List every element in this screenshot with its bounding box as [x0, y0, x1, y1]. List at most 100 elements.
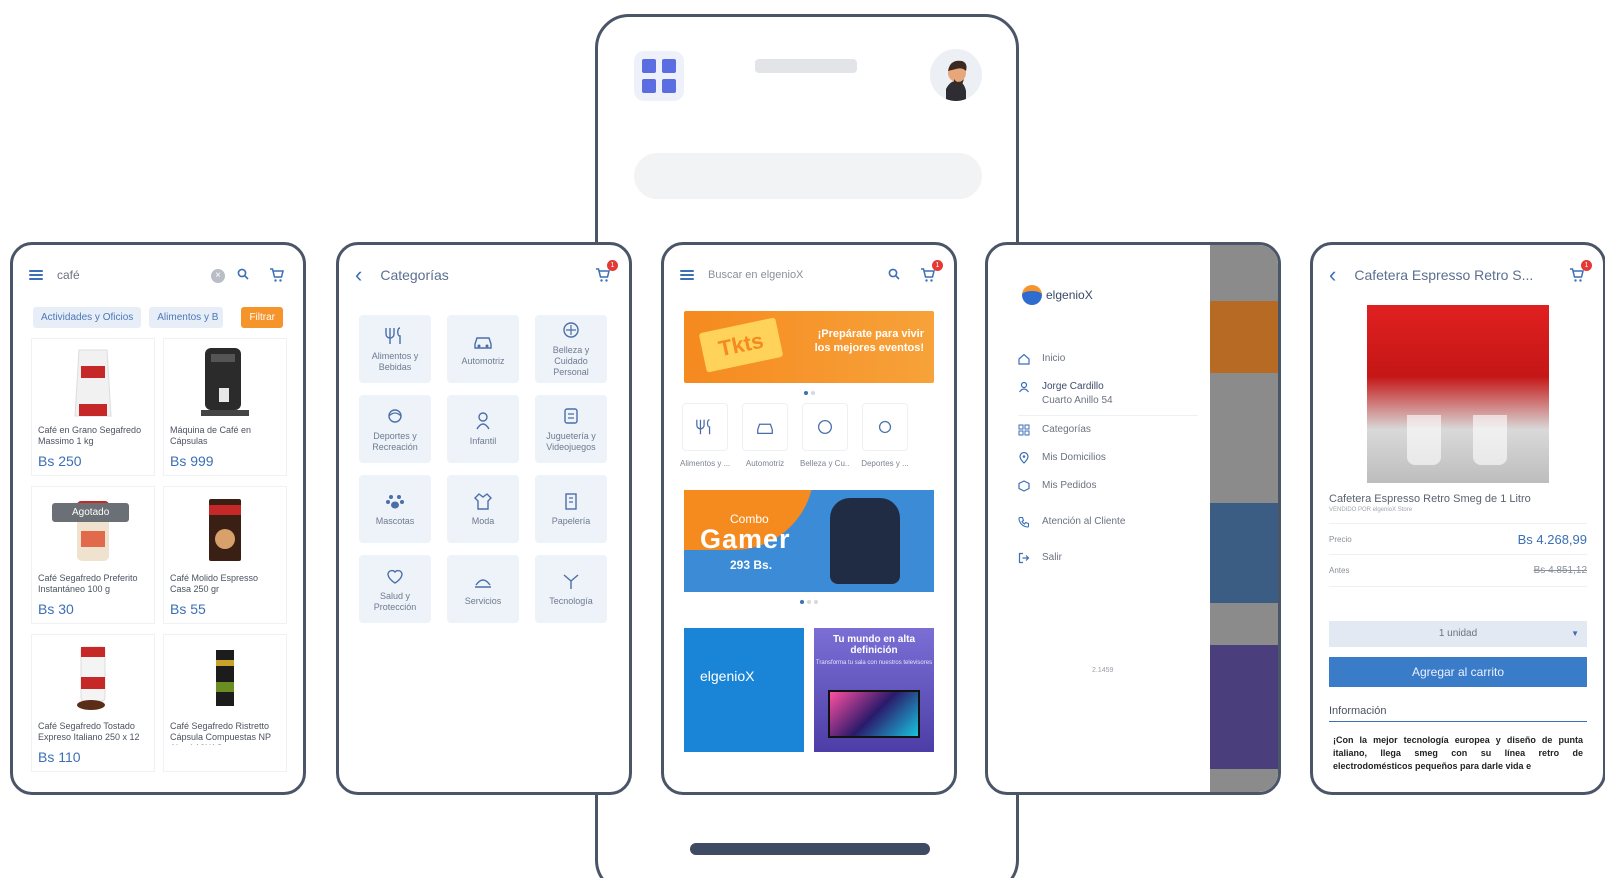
- category-automotive[interactable]: Automotriz: [447, 315, 519, 383]
- logo-icon: [1022, 285, 1042, 305]
- home-category[interactable]: Automotriz: [740, 403, 790, 468]
- chip-food[interactable]: Alimentos y B: [149, 307, 224, 328]
- screen-search-results: café × Actividades y Oficios Alimentos y…: [10, 242, 306, 795]
- category-services[interactable]: Servicios: [447, 555, 519, 623]
- category-label: Belleza y Cuidado Personal: [552, 345, 590, 377]
- grid-icon[interactable]: [634, 51, 684, 101]
- product-name: Café Segafredo Tostado Expreso Italiano …: [38, 721, 140, 742]
- cart-icon[interactable]: 1: [920, 260, 943, 283]
- category-fashion[interactable]: Moda: [447, 475, 519, 543]
- category-label: Deportes y Recreación: [372, 430, 418, 452]
- menu-label: Mis Domicilios: [1042, 452, 1106, 463]
- quantity-select[interactable]: 1 unidad ▼: [1329, 621, 1587, 647]
- header: ‹ Categorías 1: [339, 245, 629, 305]
- category-label: Salud y Protección: [373, 590, 417, 612]
- product-card[interactable]: Café en Grano Segafredo Massimo 1 kg Bs …: [31, 338, 155, 476]
- product-name: Café Segafredo Preferito Instantáneo 100…: [38, 573, 138, 594]
- search-input[interactable]: Buscar en elgenioX: [708, 269, 803, 281]
- category-health[interactable]: Salud y Protección: [359, 555, 431, 623]
- menu-item-orders[interactable]: Mis Pedidos: [1018, 472, 1198, 500]
- car-icon: [757, 423, 773, 434]
- price-row: Precio Bs 4.268,99: [1329, 523, 1587, 555]
- back-arrow-icon[interactable]: ‹: [355, 264, 362, 286]
- menu-item-home[interactable]: Inicio: [1018, 345, 1198, 373]
- search-bar: Buscar en elgenioX 1: [664, 245, 954, 305]
- info-header: Información: [1329, 705, 1587, 722]
- menu-sublabel: Cuarto Anillo 54: [1042, 395, 1113, 406]
- product-card[interactable]: Café Segafredo Tostado Expreso Italiano …: [31, 634, 155, 772]
- drawer-menu: Inicio Jorge Cardillo Cuarto Anillo 54 Ca…: [1018, 345, 1198, 572]
- category-sports[interactable]: Deportes y Recreación: [359, 395, 431, 463]
- cart-icon[interactable]: 1: [595, 260, 618, 283]
- category-food[interactable]: Alimentos y Bebidas: [359, 315, 431, 383]
- price-value: Bs 4.268,99: [1517, 531, 1587, 547]
- product-image: [32, 339, 154, 425]
- backpack-image: [830, 498, 900, 584]
- cart-icon[interactable]: [269, 267, 287, 283]
- menu-item-logout[interactable]: Salir: [1018, 544, 1198, 572]
- product-card[interactable]: Máquina de Café en Cápsulas Bs 999: [163, 338, 287, 476]
- product-image: [32, 635, 154, 721]
- search-input[interactable]: café: [57, 268, 80, 282]
- product-card[interactable]: Café Segafredo Ristretto Cápsula Compues…: [163, 634, 287, 772]
- category-label: Servicios: [464, 596, 502, 606]
- chip-activities[interactable]: Actividades y Oficios: [33, 307, 142, 328]
- home-category[interactable]: Alimentos y ...: [680, 403, 730, 468]
- avatar[interactable]: [930, 49, 982, 101]
- product-card[interactable]: Café Molido Espresso Casa 250 gr Bs 55: [163, 486, 287, 624]
- tv-tile[interactable]: Tu mundo en alta definición Transforma t…: [814, 628, 934, 752]
- menu-icon[interactable]: [680, 270, 694, 280]
- carousel-dots: [664, 391, 954, 395]
- page-title: Categorías: [380, 267, 449, 283]
- banner-text: ¡Prepárate para vivir los mejores evento…: [814, 328, 924, 354]
- add-to-cart-button[interactable]: Agregar al carrito: [1329, 657, 1587, 687]
- category-pets[interactable]: Mascotas: [359, 475, 431, 543]
- menu-label: Categorías: [1042, 424, 1091, 435]
- home-category[interactable]: Deportes y ...: [860, 403, 910, 468]
- menu-item-profile[interactable]: Jorge Cardillo Cuarto Anillo 54: [1018, 373, 1198, 416]
- category-toys[interactable]: Juguetería y Videojuegos: [535, 395, 607, 463]
- search-icon[interactable]: [888, 267, 900, 285]
- category-label: Tecnología: [549, 596, 593, 606]
- toy-icon: [564, 407, 578, 424]
- menu-label: Jorge Cardillo: [1042, 381, 1104, 392]
- cart-icon[interactable]: 1: [1569, 260, 1592, 283]
- title-placeholder: [755, 59, 857, 73]
- dimmed-background[interactable]: [1210, 245, 1278, 792]
- combo-gamer-banner[interactable]: Combo Gamer 293 Bs.: [684, 490, 934, 592]
- back-arrow-icon[interactable]: ‹: [1329, 264, 1336, 286]
- showcase: café × Actividades y Oficios Alimentos y…: [0, 0, 1605, 878]
- home-category-label: Belleza y Cu...: [800, 459, 850, 468]
- category-tech[interactable]: Tecnología: [535, 555, 607, 623]
- menu-icon[interactable]: [29, 270, 43, 280]
- category-stationery[interactable]: Papelería: [535, 475, 607, 543]
- category-beauty[interactable]: Belleza y Cuidado Personal: [535, 315, 607, 383]
- product-image: [1367, 305, 1549, 483]
- menu-item-addresses[interactable]: Mis Domicilios: [1018, 444, 1198, 472]
- product-price: Bs 110: [38, 749, 81, 765]
- filter-chips: Actividades y Oficios Alimentos y B Filt…: [13, 307, 303, 328]
- search-icon[interactable]: [237, 267, 249, 285]
- cart-count-badge: 1: [932, 260, 943, 271]
- info-text: ¡Con la mejor tecnología europea y diseñ…: [1333, 735, 1583, 771]
- events-banner[interactable]: Tkts ¡Prepárate para vivir los mejores e…: [684, 311, 934, 383]
- category-kids[interactable]: Infantil: [447, 395, 519, 463]
- menu-item-support[interactable]: Atención al Cliente: [1018, 508, 1198, 536]
- carousel-dots: [664, 600, 954, 604]
- store-tile[interactable]: elgenioX: [684, 628, 804, 752]
- filter-button[interactable]: Filtrar: [241, 307, 283, 328]
- screen-drawer-menu: elgenioX Inicio Jorge Cardillo Cuarto Ani…: [985, 242, 1281, 795]
- out-of-stock-badge: Agotado: [52, 503, 130, 522]
- product-name: Café Segafredo Ristretto Cápsula Compues…: [170, 721, 271, 745]
- home-category[interactable]: Belleza y Cu...: [800, 403, 850, 468]
- product-card[interactable]: Agotado Café Segafredo Preferito Instant…: [31, 486, 155, 624]
- clear-icon[interactable]: ×: [211, 269, 225, 283]
- grid-icon: [1018, 424, 1030, 436]
- tile-subtitle: Transforma tu sala con nuestros televiso…: [815, 660, 933, 666]
- category-grid: Alimentos y Bebidas Automotriz Belleza y…: [339, 305, 629, 633]
- menu-item-categories[interactable]: Categorías: [1018, 416, 1198, 444]
- before-price-value: Bs 4.851,12: [1533, 565, 1587, 576]
- product-image: [164, 487, 286, 573]
- fashion-icon: [474, 493, 492, 510]
- product-name: Café Molido Espresso Casa 250 gr: [170, 573, 259, 594]
